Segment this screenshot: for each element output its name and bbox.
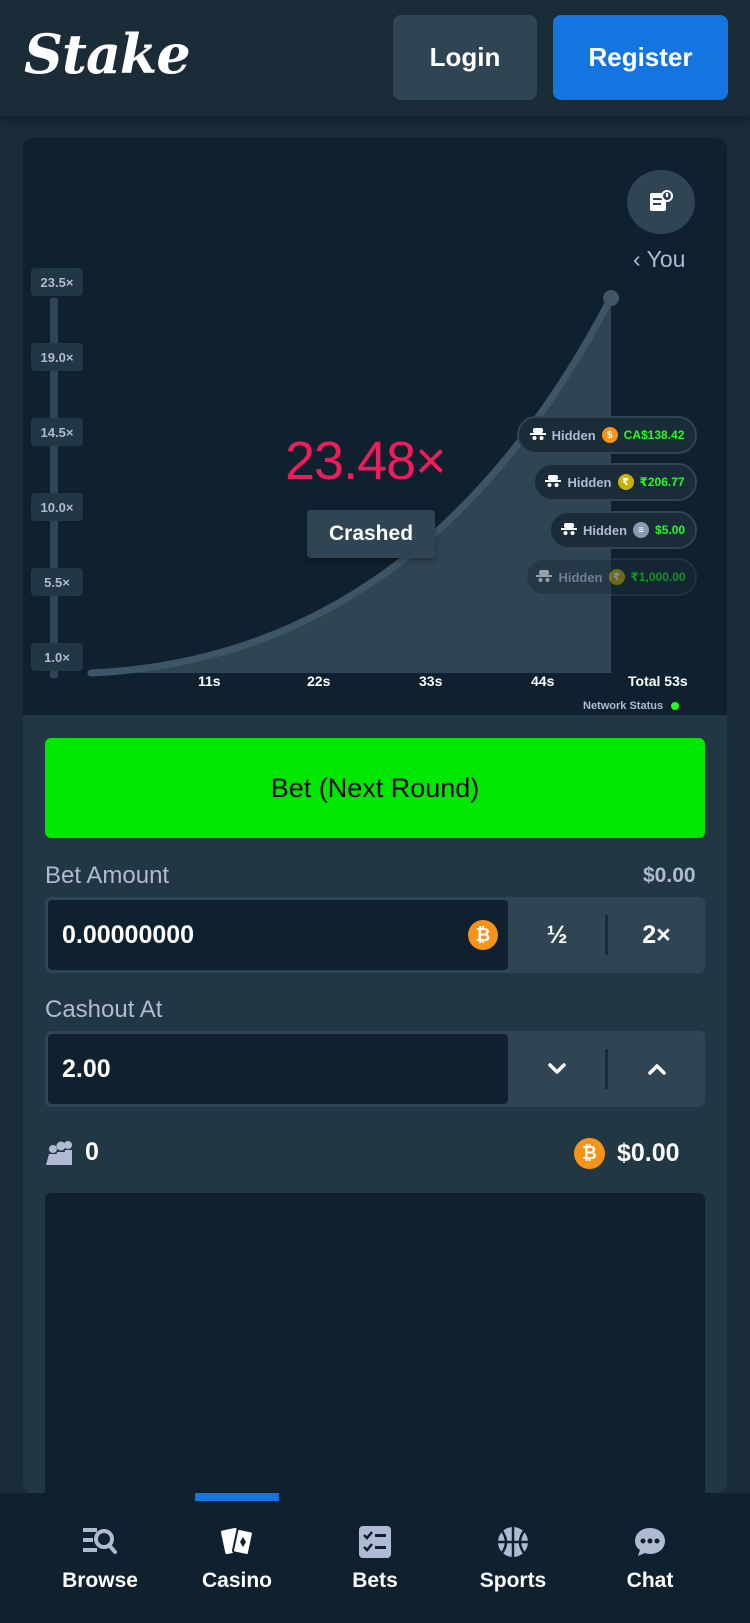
chevron-down-icon xyxy=(548,1063,566,1074)
y-tick: 1.0× xyxy=(31,643,83,671)
y-tick: 14.5× xyxy=(31,418,83,446)
player-name: Hidden xyxy=(551,427,596,443)
login-button[interactable]: Login xyxy=(393,15,537,100)
crash-graph-area: ‹ You 23.5× 19.0× 14.5× 10.0× 5.5× 1.0× … xyxy=(23,138,727,715)
player-amount: ₹206.77 xyxy=(639,475,685,489)
nav-label: Chat xyxy=(626,1569,674,1592)
x-tick: 44s xyxy=(531,673,555,689)
x-tick: 11s xyxy=(198,673,221,689)
fairness-button[interactable] xyxy=(627,170,695,234)
bets-history-panel xyxy=(45,1193,705,1493)
bet-slip-icon xyxy=(355,1523,395,1561)
register-button[interactable]: Register xyxy=(553,15,728,100)
y-tick: 23.5× xyxy=(31,268,83,296)
player-pill: Hidden $ CA$138.42 xyxy=(517,416,697,454)
y-tick: 10.0× xyxy=(31,493,83,521)
player-name: Hidden xyxy=(558,569,603,585)
decrease-button[interactable] xyxy=(508,1031,606,1107)
nav-casino[interactable]: Casino xyxy=(177,1523,297,1603)
increase-button[interactable] xyxy=(608,1031,705,1107)
players-icon xyxy=(46,1140,72,1165)
receipt-icon xyxy=(650,190,673,211)
network-status: Network Status xyxy=(583,700,680,712)
bet-amount-input[interactable]: 0.00000000 ₿ xyxy=(48,900,508,970)
crashed-badge: Crashed xyxy=(307,510,435,558)
bitcoin-icon: ₿ xyxy=(574,1138,605,1169)
rupee-coin-icon: ₹ xyxy=(617,474,634,490)
nav-label: Sports xyxy=(479,1569,547,1592)
top-header: Stake Login Register xyxy=(0,0,750,116)
incognito-icon xyxy=(545,474,562,490)
bet-amount-usd: $0.00 xyxy=(643,864,696,887)
usd-coin-icon: $ xyxy=(601,427,618,443)
crash-game-panel: ‹ You 23.5× 19.0× 14.5× 10.0× 5.5× 1.0× … xyxy=(23,138,727,1493)
players-count: 0 xyxy=(45,1138,99,1167)
nav-label: Browse xyxy=(62,1569,138,1592)
player-pill: Hidden ≡ $5.00 xyxy=(549,511,697,549)
cashout-label: Cashout At xyxy=(45,996,163,1023)
x-tick: 33s xyxy=(419,673,443,689)
player-pill: Hidden ₹ ₹206.77 xyxy=(533,463,697,501)
player-amount: CA$138.42 xyxy=(623,428,685,442)
y-tick: 5.5× xyxy=(31,568,83,596)
x-tick: Total 53s xyxy=(628,673,688,689)
nav-label: Casino xyxy=(201,1569,272,1592)
browse-icon xyxy=(80,1523,120,1561)
nav-chat[interactable]: Chat xyxy=(590,1523,710,1603)
x-tick: 22s xyxy=(307,673,331,689)
chat-icon xyxy=(630,1523,670,1561)
half-button[interactable]: ½ xyxy=(508,897,606,973)
bet-amount-group: 0.00000000 ₿ ½ 2× xyxy=(45,897,705,973)
incognito-icon xyxy=(536,569,553,585)
incognito-icon xyxy=(529,427,546,443)
nav-sports[interactable]: Sports xyxy=(453,1523,573,1603)
player-name: Hidden xyxy=(582,522,628,538)
cashout-group: 2.00 xyxy=(45,1031,705,1107)
bet-amount-label: Bet Amount xyxy=(45,862,170,889)
stake-logo[interactable]: Stake xyxy=(24,22,191,86)
double-button[interactable]: 2× xyxy=(608,897,705,973)
active-tab-indicator xyxy=(195,1493,279,1501)
player-pill: Hidden ₹ ₹1,000.00 xyxy=(525,558,697,596)
cards-icon xyxy=(217,1523,257,1561)
player-name: Hidden xyxy=(567,474,612,490)
crash-multiplier: 23.48× xyxy=(285,431,447,491)
chevron-up-icon xyxy=(647,1064,666,1075)
bottom-nav: Browse Casino Bets Sports Chat xyxy=(0,1493,750,1623)
nav-browse[interactable]: Browse xyxy=(40,1523,160,1603)
nav-bets[interactable]: Bets xyxy=(315,1523,435,1603)
chevron-left-icon: ‹ xyxy=(633,246,647,272)
cashout-input[interactable]: 2.00 xyxy=(48,1034,508,1104)
curve-end-point xyxy=(603,290,619,306)
nav-label: Bets xyxy=(352,1569,398,1592)
incognito-icon xyxy=(560,522,577,538)
total-wagered: ₿ $0.00 xyxy=(574,1138,680,1169)
rupee-coin-icon: ₹ xyxy=(608,569,625,585)
bet-button[interactable]: Bet (Next Round) xyxy=(45,738,705,838)
player-amount: ₹1,000.00 xyxy=(630,570,686,584)
stable-coin-icon: ≡ xyxy=(633,522,650,538)
status-dot-icon xyxy=(671,702,680,710)
y-tick: 19.0× xyxy=(31,343,83,371)
player-amount: $5.00 xyxy=(655,523,686,537)
you-toggle[interactable]: ‹ You xyxy=(633,246,685,273)
basketball-icon xyxy=(493,1523,533,1561)
bitcoin-icon: ₿ xyxy=(468,920,498,950)
